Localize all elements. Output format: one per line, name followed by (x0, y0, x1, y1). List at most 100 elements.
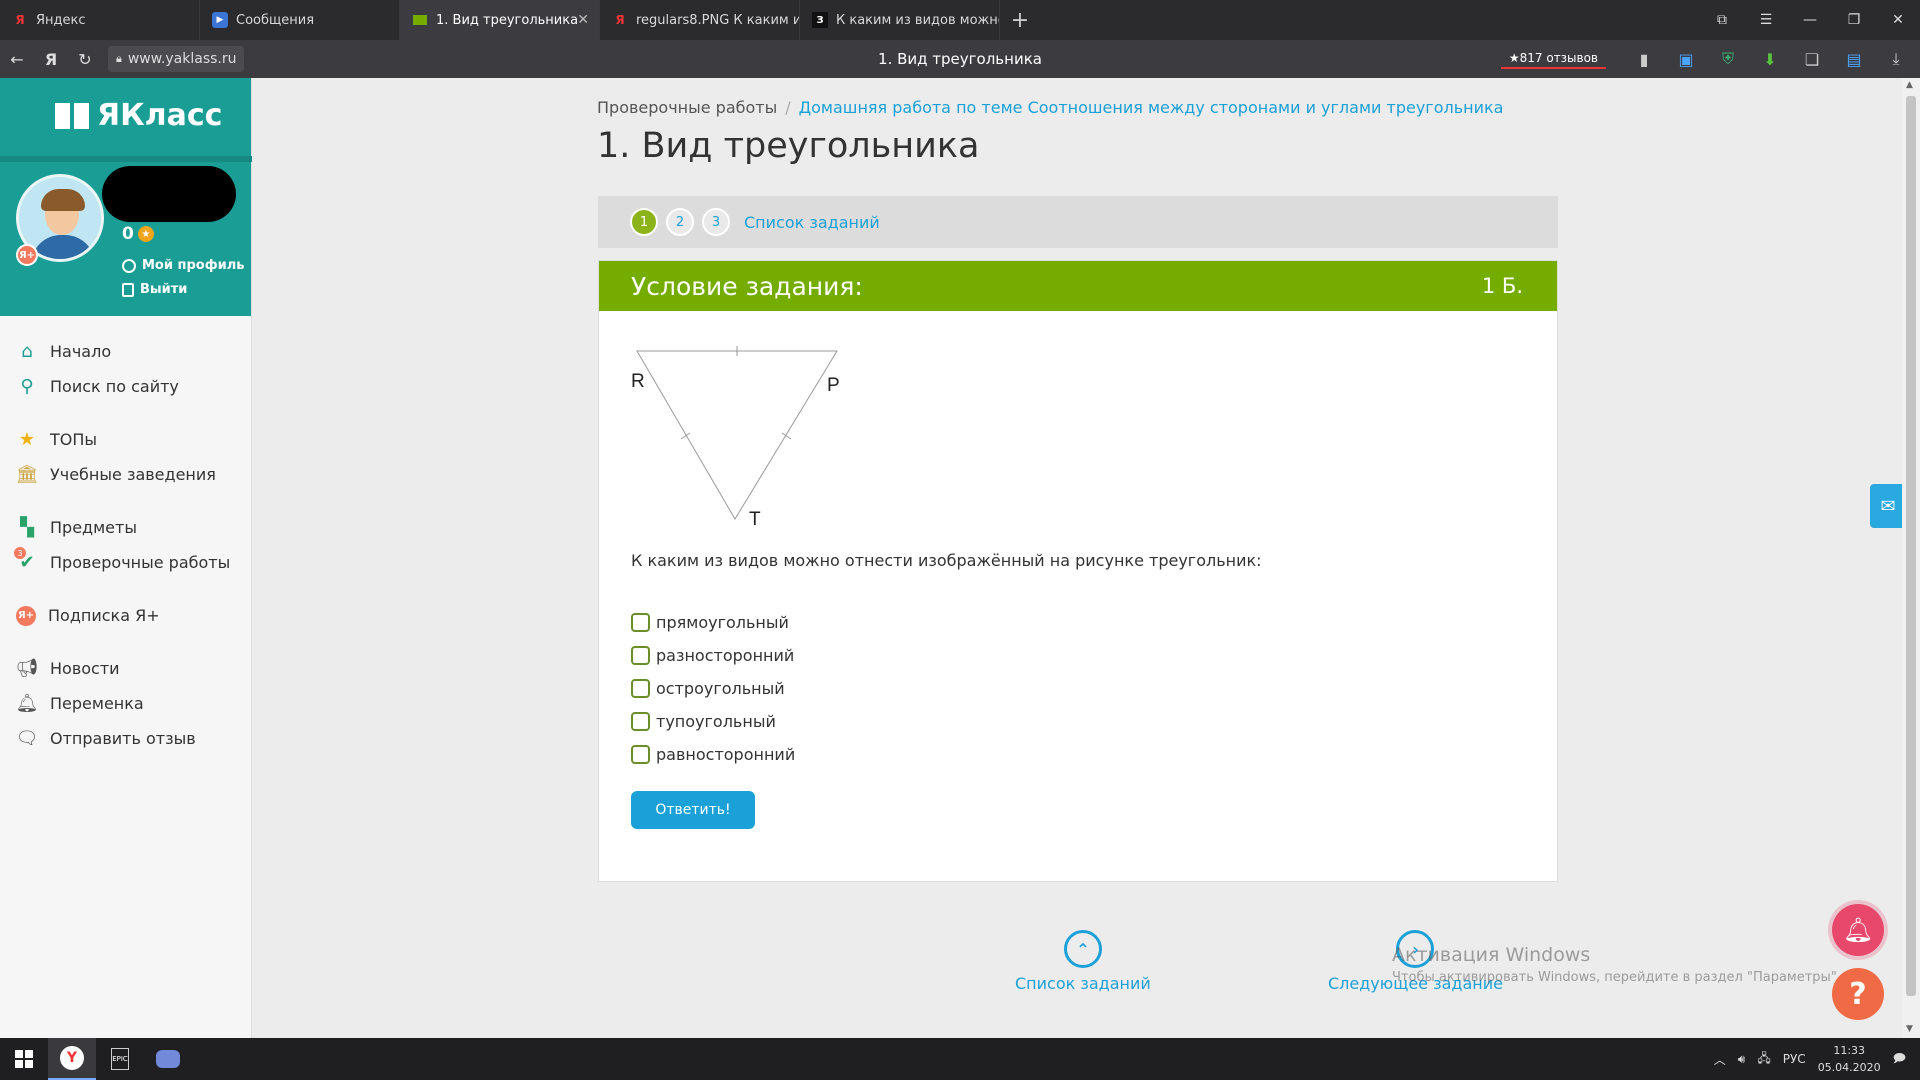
checkbox[interactable] (631, 613, 650, 632)
tab-yaklass[interactable]: 1. Вид треугольника ✕ (400, 0, 600, 40)
yandex-home-icon[interactable]: Я (34, 40, 68, 78)
sidebar-item-feedback[interactable]: 🗨︎ Отправить отзыв (0, 721, 251, 756)
tab-messages[interactable]: ▶ Сообщения (200, 0, 400, 40)
reload-icon[interactable]: ↻ (68, 40, 102, 78)
feedback-icon: 🗨︎ (15, 728, 39, 749)
sidebar-item-subjects[interactable]: ▚ Предметы (0, 510, 251, 545)
chevron-up-icon: ⌃ (1063, 930, 1102, 968)
step-2[interactable]: 2 (666, 208, 694, 236)
vertex-label-r: R (631, 371, 645, 392)
sidebar-item-home[interactable]: ⌂ Начало (0, 334, 251, 369)
bookmarks-icon[interactable]: ⧉ (1700, 0, 1744, 40)
my-profile-link[interactable]: Мой профиль (122, 258, 244, 273)
window-controls: ⧉ ☰ — ❐ ✕ (1700, 0, 1920, 40)
step-3[interactable]: 3 (702, 208, 730, 236)
tab-znanija[interactable]: З К каким из видов можно (800, 0, 1000, 40)
submit-answer-button[interactable]: Ответить! (631, 791, 755, 829)
sidebar-item-news[interactable]: 📢︎ Новости (0, 651, 251, 686)
action-center-icon[interactable]: 🗩︎ (1893, 1049, 1906, 1070)
search-icon: ⚲ (20, 376, 34, 397)
redacted-username (102, 166, 236, 222)
subscription-icon: Я+ (16, 605, 36, 626)
sidebar-item-tops[interactable]: ★ ТОПы (0, 422, 251, 457)
option-acute[interactable]: остроугольный (631, 672, 795, 705)
option-scalene[interactable]: разносторонний (631, 639, 795, 672)
back-icon[interactable]: ← (0, 40, 34, 78)
collections-icon[interactable]: ❏ (1794, 40, 1830, 78)
task-steps: 1 2 3 Список заданий (598, 196, 1558, 248)
discord-taskbar-icon[interactable] (144, 1038, 192, 1080)
language-indicator[interactable]: РУС (1783, 1052, 1806, 1066)
minimize-button[interactable]: — (1788, 0, 1832, 40)
option-obtuse[interactable]: тупоугольный (631, 705, 795, 738)
url-field[interactable]: 🔒︎ www.yaklass.ru (108, 46, 245, 72)
scroll-down-icon[interactable]: ▼ (1906, 1024, 1913, 1034)
checkbox[interactable] (631, 745, 650, 764)
avatar-body (31, 235, 95, 259)
tab-yandex[interactable]: Я Яндекс (0, 0, 200, 40)
browser-tab-bar: Я Яндекс ▶ Сообщения 1. Вид треугольника… (0, 0, 1920, 40)
vertex-label-t: T (749, 509, 761, 530)
logout-link[interactable]: Выйти (122, 282, 187, 297)
breadcrumb-parent[interactable]: Проверочные работы (597, 98, 777, 117)
system-tray: ︿ 🔊︎ 🖧︎ РУС 11:33 05.04.2020 🗩︎ (1714, 1038, 1920, 1080)
epic-games-taskbar-icon[interactable]: EPIC (96, 1038, 144, 1080)
sidebar-item-label: Начало (50, 342, 112, 361)
scroll-thumb[interactable] (1906, 96, 1916, 996)
extension-off-icon[interactable]: ▣ (1668, 40, 1704, 78)
vertex-label-p: P (827, 375, 840, 396)
answer-options: прямоугольный разносторонний остроугольн… (631, 606, 795, 771)
triangle-figure: R P T (631, 346, 840, 530)
profile-sync-icon[interactable]: ▤ (1836, 40, 1872, 78)
checkbox[interactable] (631, 679, 650, 698)
close-window-button[interactable]: ✕ (1876, 0, 1920, 40)
sidebar-item-break[interactable]: 🔔︎ Переменка (0, 686, 251, 721)
option-right[interactable]: прямоугольный (631, 606, 795, 639)
yandex-browser-taskbar-icon[interactable]: Y (48, 1038, 96, 1080)
tab-label: Яндекс (36, 12, 86, 28)
step-1[interactable]: 1 (630, 208, 658, 236)
close-icon[interactable]: ✕ (577, 12, 589, 28)
sidebar-group: ⌂ Начало ⚲ Поиск по сайту (0, 334, 251, 404)
shield-icon[interactable]: ⛨ (1710, 40, 1746, 78)
chevron-up-icon[interactable]: ︿ (1714, 1051, 1726, 1068)
menu-icon[interactable]: ☰ (1744, 0, 1788, 40)
yaklass-logo[interactable]: ЯКласс (55, 98, 222, 133)
sidebar-item-subscription[interactable]: Я+ Подписка Я+ (0, 598, 251, 633)
sidebar-item-tests[interactable]: 3 ✔ Проверочные работы (0, 545, 251, 580)
windows-start-icon[interactable] (0, 1038, 48, 1080)
bottom-task-list-link[interactable]: ⌃ Список заданий (1015, 930, 1151, 993)
sidebar-item-label: Новости (50, 659, 120, 678)
yandex-icon: Я (615, 13, 625, 27)
notifications-bell-icon[interactable]: 🔔︎ (1832, 904, 1884, 956)
network-icon[interactable]: 🖧︎ (1757, 1049, 1770, 1070)
checkbox[interactable] (631, 712, 650, 731)
new-tab-button[interactable]: + (1000, 0, 1040, 40)
reviews-badge[interactable]: ★817 отзывов (1500, 49, 1606, 69)
download-arrow-icon[interactable]: ⬇ (1752, 40, 1788, 78)
clock[interactable]: 11:33 05.04.2020 (1818, 1042, 1881, 1076)
breadcrumb-current[interactable]: Домашняя работа по теме Соотношения межд… (799, 98, 1504, 117)
option-equilateral[interactable]: равносторонний (631, 738, 795, 771)
sidebar-item-schools[interactable]: 🏛︎ Учебные заведения (0, 457, 251, 492)
news-icon: 📢︎ (15, 658, 39, 679)
volume-icon[interactable]: 🔊︎ (1738, 1052, 1746, 1067)
sidebar-item-label: Подписка Я+ (48, 606, 160, 625)
page-scrollbar[interactable]: ▲ ▼ (1902, 78, 1920, 1038)
restore-button[interactable]: ❐ (1832, 0, 1876, 40)
option-label: тупоугольный (656, 712, 776, 731)
help-icon[interactable]: ? (1832, 968, 1884, 1020)
yandex-icon: Y (60, 1046, 84, 1070)
downloads-icon[interactable]: ⤓ (1878, 40, 1914, 78)
home-icon: ⌂ (21, 341, 33, 362)
bottom-task-list-label: Список заданий (1015, 974, 1151, 993)
bookmark-icon[interactable]: ▮ (1626, 40, 1662, 78)
scroll-up-icon[interactable]: ▲ (1906, 80, 1913, 90)
tab-regulars[interactable]: Я regulars8.PNG К каким из (600, 0, 800, 40)
sidebar-item-search[interactable]: ⚲ Поиск по сайту (0, 369, 251, 404)
checkbox[interactable] (631, 646, 650, 665)
mail-icon[interactable]: ✉ (1870, 484, 1906, 528)
triangle-shape (636, 350, 838, 520)
task-list-link[interactable]: Список заданий (744, 213, 880, 232)
main-content: Проверочные работы / Домашняя работа по … (252, 78, 1902, 1038)
